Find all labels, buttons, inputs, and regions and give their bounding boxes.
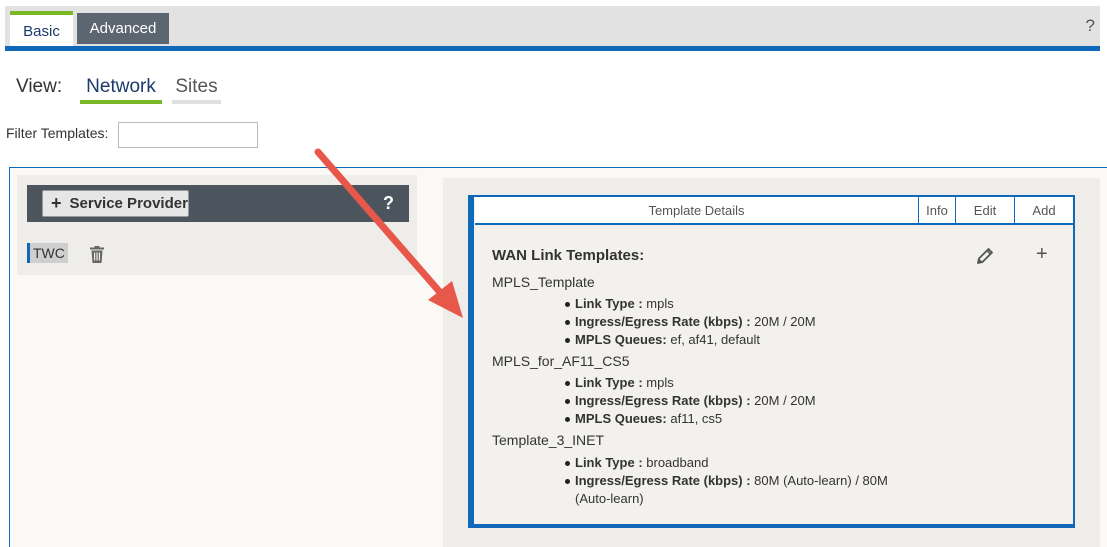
list-item: Ingress/Egress Rate (kbps) : 20M / 20M: [565, 392, 905, 410]
list-item: Ingress/Egress Rate (kbps) : 80M (Auto-l…: [565, 472, 905, 508]
list-item: Link Type : mpls: [565, 295, 905, 313]
template-fields: Link Type : broadband Ingress/Egress Rat…: [565, 454, 905, 508]
list-item: MPLS Queues: af11, cs5: [565, 410, 905, 428]
list-item: Link Type : mpls: [565, 374, 905, 392]
top-tab-bar: [5, 6, 1100, 46]
tab-edit[interactable]: Edit: [955, 197, 1014, 223]
tab-info[interactable]: Info: [918, 197, 955, 223]
template-fields: Link Type : mpls Ingress/Egress Rate (kb…: [565, 374, 905, 428]
pencil-icon[interactable]: [976, 247, 994, 265]
view-label: View:: [16, 76, 63, 97]
add-service-provider-label: Service Provider: [69, 195, 188, 212]
filter-templates-input[interactable]: [118, 122, 258, 148]
top-tab-bar-underline: [5, 46, 1100, 51]
trash-icon[interactable]: [90, 246, 104, 263]
wan-link-templates-title: WAN Link Templates:: [492, 247, 645, 264]
tab-advanced[interactable]: Advanced: [77, 13, 169, 44]
add-service-provider-button[interactable]: + Service Provider: [42, 190, 189, 217]
tab-add[interactable]: Add: [1014, 197, 1073, 223]
list-item: MPLS Queues: ef, af41, default: [565, 331, 905, 349]
view-tab-sites[interactable]: Sites: [172, 76, 221, 104]
template-name: Template_3_INET: [492, 432, 605, 448]
filter-templates-label: Filter Templates:: [6, 125, 109, 141]
help-icon[interactable]: ?: [1086, 16, 1095, 36]
template-name: MPLS_for_AF11_CS5: [492, 353, 630, 369]
service-provider-item-twc[interactable]: TWC: [27, 243, 68, 263]
plus-icon: +: [51, 193, 62, 213]
list-item: Ingress/Egress Rate (kbps) : 20M / 20M: [565, 313, 905, 331]
tab-template-details[interactable]: Template Details: [475, 197, 918, 223]
template-fields: Link Type : mpls Ingress/Egress Rate (kb…: [565, 295, 905, 349]
template-name: MPLS_Template: [492, 274, 595, 290]
plus-icon[interactable]: +: [1036, 243, 1048, 266]
tab-basic[interactable]: Basic: [10, 11, 73, 46]
list-item: Link Type : broadband: [565, 454, 905, 472]
view-tab-network[interactable]: Network: [80, 76, 162, 104]
service-provider-help-icon[interactable]: ?: [383, 193, 394, 214]
